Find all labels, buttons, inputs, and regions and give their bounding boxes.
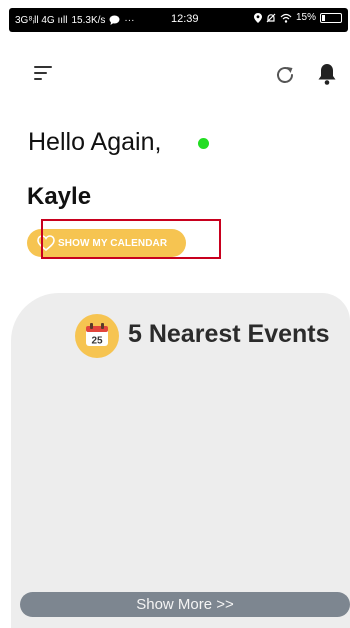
online-status-dot	[198, 138, 209, 149]
highlight-annotation-box	[41, 219, 221, 259]
hamburger-menu-icon[interactable]	[34, 66, 52, 80]
battery-percent: 15%	[295, 12, 316, 23]
location-icon	[253, 12, 262, 23]
user-name: Kayle	[27, 183, 92, 210]
more-notifications: ···	[124, 14, 135, 26]
refresh-icon[interactable]	[274, 64, 296, 86]
status-time: 12:39	[171, 13, 199, 25]
bell-icon[interactable]	[316, 62, 338, 86]
events-title: 5 Nearest Events	[128, 320, 330, 348]
battery-icon	[320, 12, 342, 23]
chat-notification-icon	[109, 15, 120, 25]
network-speed: 15.3K/s	[71, 14, 106, 26]
status-bar: 3G⁸ᵢll 4G ııll 15.3K/s ··· 12:39 15%	[9, 8, 348, 32]
calendar-icon: 25	[75, 314, 119, 358]
network-indicator: 3G⁸ᵢll 4G ııll	[15, 14, 68, 26]
calendar-icon-day: 25	[91, 336, 103, 347]
alarm-off-icon	[266, 13, 276, 22]
greeting-text: Hello Again,	[28, 128, 162, 156]
show-more-button[interactable]: Show More >>	[20, 592, 350, 617]
wifi-icon	[280, 13, 292, 23]
